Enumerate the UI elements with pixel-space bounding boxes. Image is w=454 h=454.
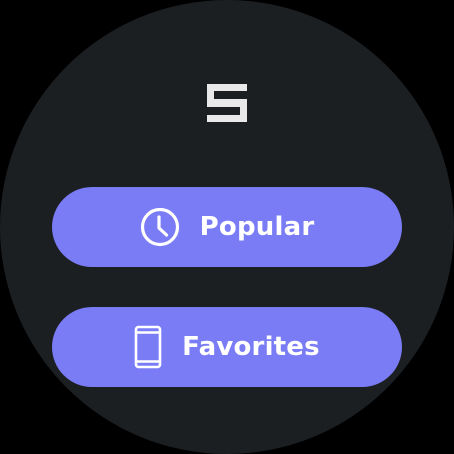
clock-icon (140, 207, 180, 247)
watch-screen: Popular Favorites (0, 0, 454, 454)
brand-logo-icon (207, 84, 247, 122)
favorites-button[interactable]: Favorites (52, 307, 402, 387)
popular-button[interactable]: Popular (52, 187, 402, 267)
phone-icon (134, 325, 162, 369)
favorites-label: Favorites (182, 332, 320, 362)
popular-label: Popular (199, 212, 315, 242)
